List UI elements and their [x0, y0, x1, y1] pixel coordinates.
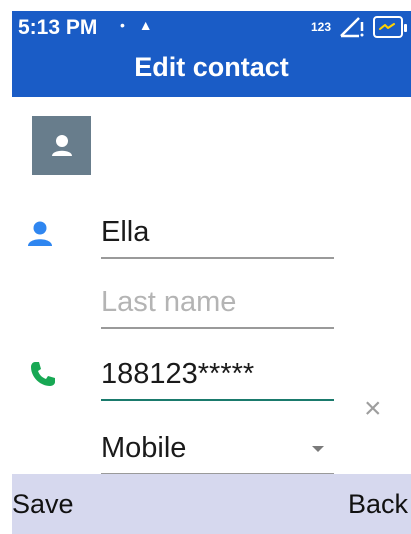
back-button[interactable]: Back: [348, 489, 408, 520]
signal-icon: [340, 17, 364, 38]
contact-photo-button[interactable]: [32, 116, 91, 175]
save-button[interactable]: Save: [12, 489, 74, 520]
network-label: 123: [310, 20, 331, 34]
status-notification-icons: • ▲: [120, 17, 153, 33]
usb-icon: •: [120, 17, 125, 33]
battery-charging-icon: [373, 16, 407, 38]
notification-icon: ▲: [138, 17, 153, 33]
clear-phone-icon[interactable]: ×: [364, 394, 382, 424]
page-title: Edit contact: [134, 52, 289, 82]
first-name-field[interactable]: Ella: [101, 216, 334, 259]
status-time: 5:13 PM: [18, 16, 98, 39]
phone-type-dropdown[interactable]: Mobile: [101, 432, 334, 475]
status-right: 123: [310, 14, 407, 40]
app-bar: 5:13 PM • ▲ 123 Edit contact: [12, 11, 411, 97]
screen: 5:13 PM • ▲ 123 Edit contact Ella Last n…: [12, 11, 411, 534]
softkey-bar: Save Back: [12, 474, 411, 534]
phone-icon: [31, 362, 55, 386]
chevron-down-icon: [312, 446, 324, 452]
phone-number-field[interactable]: 188123*****: [101, 358, 334, 401]
last-name-field[interactable]: Last name: [101, 286, 334, 329]
person-avatar-icon: [51, 134, 72, 156]
person-icon: [28, 221, 52, 246]
phone-type-value: Mobile: [101, 432, 187, 464]
